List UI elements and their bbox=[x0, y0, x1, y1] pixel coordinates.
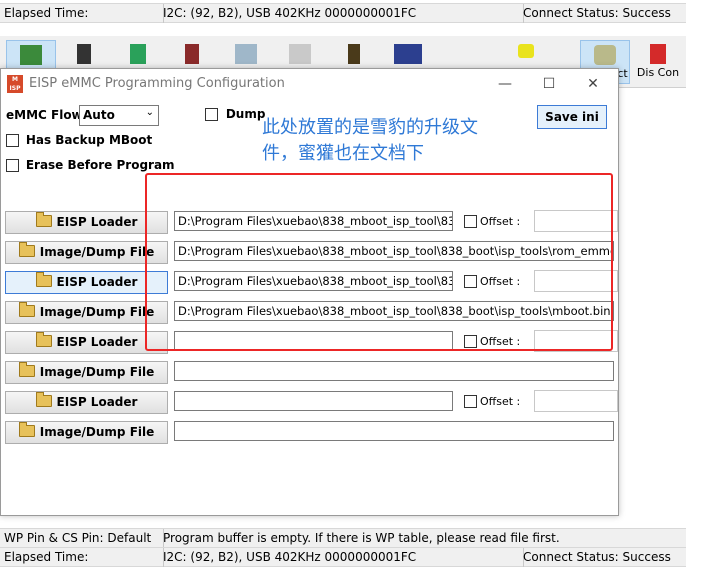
annotation-note: 此处放置的是雪豹的升级文 件，蜜獾也在文档下 bbox=[262, 115, 532, 167]
annotation-line-2: 件，蜜獾也在文档下 bbox=[262, 143, 424, 164]
button-label: Image/Dump File bbox=[39, 305, 155, 319]
annotation-line-1: 此处放置的是雪豹的升级文 bbox=[262, 117, 478, 138]
chip-icon bbox=[77, 44, 91, 64]
elapsed-time-label: Elapsed Time: bbox=[0, 548, 164, 567]
program-buffer-message: Program buffer is empty. If there is WP … bbox=[163, 531, 560, 545]
folder-open-icon bbox=[35, 392, 52, 407]
image-dump-file-button[interactable]: Image/Dump File bbox=[5, 361, 168, 384]
folder-open-icon bbox=[35, 332, 52, 347]
button-label: Image/Dump File bbox=[39, 245, 155, 259]
wp-pin-status: WP Pin & CS Pin: Default bbox=[0, 529, 164, 548]
folder-open-icon bbox=[18, 362, 35, 377]
button-label: EISP Loader bbox=[56, 215, 138, 229]
offset-input[interactable] bbox=[534, 390, 618, 412]
loader-path-field[interactable] bbox=[174, 391, 453, 411]
connect-status: Connect Status: Success bbox=[523, 550, 671, 564]
chip-board-icon bbox=[20, 45, 42, 65]
connect-status: Connect Status: Success bbox=[523, 6, 671, 20]
image-dump-file-button[interactable]: Image/Dump File bbox=[5, 301, 168, 324]
top-status-bar: Elapsed Time: I2C: (92, B2), USB 402KHz … bbox=[0, 3, 686, 23]
offset-checkbox-box[interactable] bbox=[464, 395, 477, 408]
image-dump-file-button[interactable]: Image/Dump File bbox=[5, 421, 168, 444]
connect-icon bbox=[594, 45, 616, 65]
button-label: EISP Loader bbox=[56, 395, 138, 409]
image-dump-file-button[interactable]: Image/Dump File bbox=[5, 241, 168, 264]
folder-open-icon bbox=[18, 302, 35, 317]
chip-small-icon bbox=[348, 44, 360, 64]
button-label: Image/Dump File bbox=[39, 425, 155, 439]
bottom-status-bar: Elapsed Time: I2C: (92, B2), USB 402KHz … bbox=[0, 547, 686, 567]
disconnect-icon bbox=[650, 44, 666, 64]
button-label: EISP Loader bbox=[56, 335, 138, 349]
disconnect-label: Dis Con bbox=[636, 66, 680, 79]
eisp-loader-button[interactable]: EISP Loader bbox=[5, 211, 168, 234]
folder-open-icon bbox=[35, 272, 52, 287]
button-label: Image/Dump File bbox=[39, 365, 155, 379]
program-icon bbox=[185, 44, 199, 64]
tv-icon bbox=[518, 44, 534, 58]
eisp-loader-button[interactable]: EISP Loader bbox=[5, 391, 168, 414]
image-path-field[interactable] bbox=[174, 421, 614, 441]
folder-open-icon bbox=[18, 242, 35, 257]
i2c-status: I2C: (92, B2), USB 402KHz 0000000001FC bbox=[159, 548, 524, 567]
config-icon bbox=[394, 44, 422, 64]
offset-label: Offset : bbox=[480, 395, 521, 408]
i2c-status: I2C: (92, B2), USB 402KHz 0000000001FC bbox=[159, 4, 524, 23]
annotation-highlight-box bbox=[145, 173, 613, 351]
tools-icon bbox=[289, 44, 311, 64]
bottom-info-bar: WP Pin & CS Pin: Default Program buffer … bbox=[0, 528, 686, 548]
erase-icon bbox=[235, 44, 257, 64]
disconnect-button[interactable]: Dis Con bbox=[634, 40, 682, 82]
folder-open-icon bbox=[35, 212, 52, 227]
image-path-field[interactable] bbox=[174, 361, 614, 381]
offset-checkbox[interactable]: Offset : bbox=[464, 394, 520, 408]
eisp-loader-button[interactable]: EISP Loader bbox=[5, 271, 168, 294]
elapsed-time-label: Elapsed Time: bbox=[0, 4, 164, 23]
eisp-loader-button[interactable]: EISP Loader bbox=[5, 331, 168, 354]
folder-open-icon bbox=[18, 422, 35, 437]
button-label: EISP Loader bbox=[56, 275, 138, 289]
grid-icon bbox=[130, 44, 146, 64]
